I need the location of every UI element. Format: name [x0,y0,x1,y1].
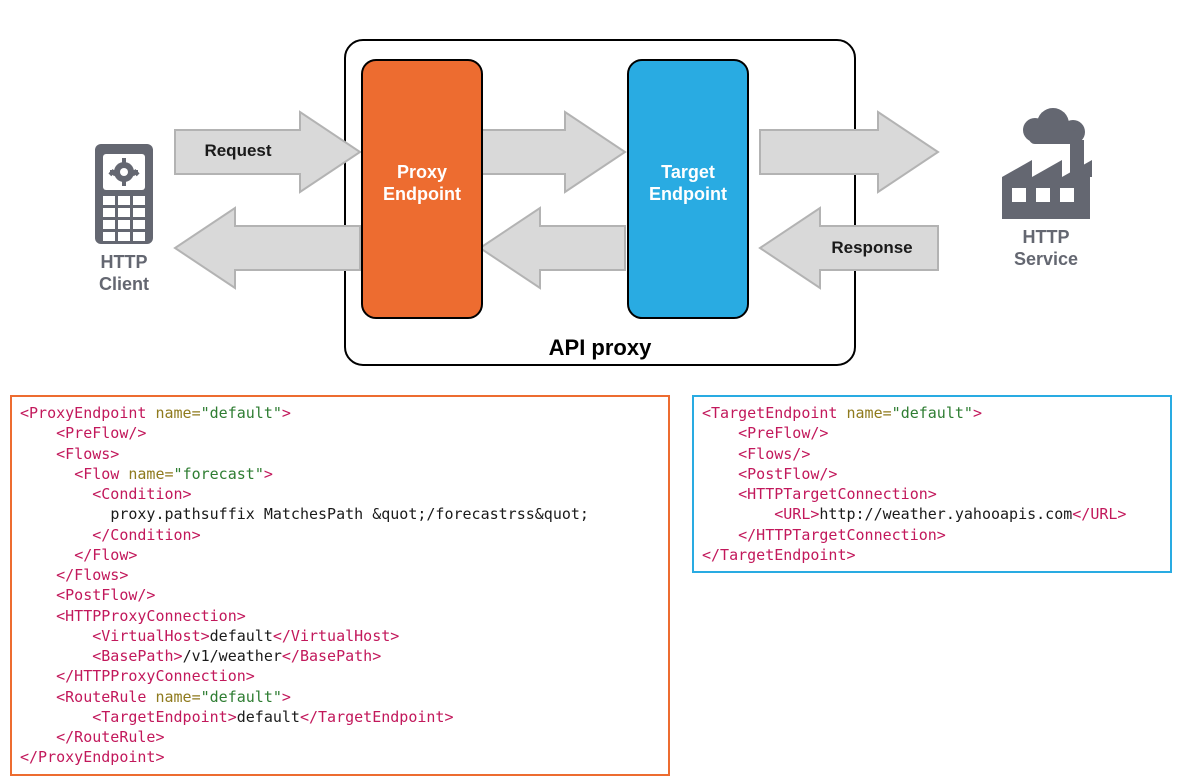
proxy-condition-text: proxy.pathsuffix MatchesPath &quot;/fore… [110,505,589,523]
proxy-name-attr: default [210,404,273,422]
request-label: Request [204,141,271,160]
api-proxy-label: API proxy [549,335,652,360]
target-endpoint-code: <TargetEndpoint name="default"> <PreFlow… [692,395,1172,573]
target-url: http://weather.yahooapis.com [819,505,1072,523]
http-client-icon [95,144,153,244]
proxy-endpoint-label-1: Proxy [397,162,447,182]
http-client-label-2: Client [99,274,149,294]
target-endpoint-label-1: Target [661,162,715,182]
proxy-virtual-host: default [210,627,273,645]
proxy-endpoint-label-2: Endpoint [383,184,461,204]
response-label: Response [831,238,912,257]
api-proxy-diagram: HTTP Client HTTP Service API proxy [0,0,1186,400]
proxy-base-path: /v1/weather [183,647,282,665]
request-arrow-mid [480,112,625,192]
response-arrow-mid [480,208,625,288]
target-endpoint-label-2: Endpoint [649,184,727,204]
proxy-routerule-name: default [210,688,273,706]
target-name-attr: default [901,404,964,422]
request-arrow-right [760,112,938,192]
http-service-icon [1002,108,1092,219]
http-service-label-2: Service [1014,249,1078,269]
http-service-label-1: HTTP [1023,227,1070,247]
proxy-target-endpoint: default [237,708,300,726]
proxy-flow-name: forecast [183,465,255,483]
proxy-endpoint-code: <ProxyEndpoint name="default"> <PreFlow/… [10,395,670,776]
http-client-label-1: HTTP [101,252,148,272]
response-arrow-left [175,208,360,288]
